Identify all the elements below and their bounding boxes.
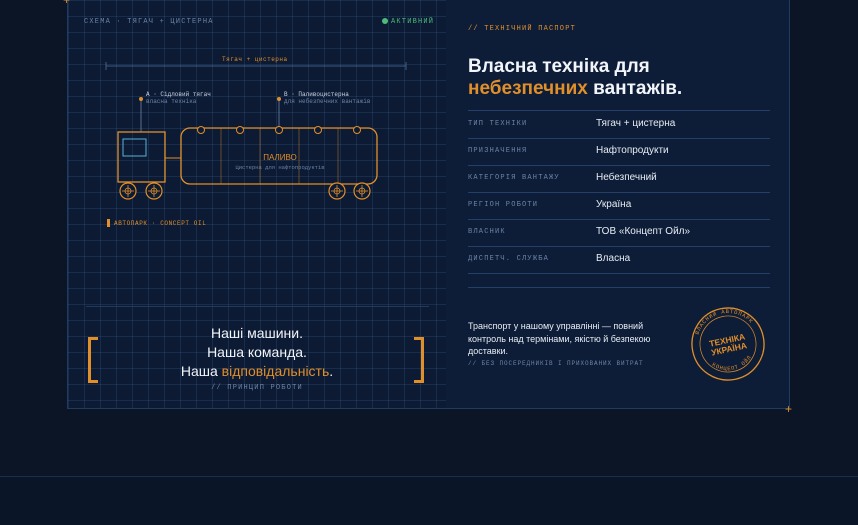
field-row-purpose: ПРИЗНАЧЕННЯ Нафтопродукти <box>468 138 770 166</box>
schema-header: СХЕМА · ТЯГАЧ + ЦИСТЕРНА <box>84 18 214 26</box>
tank-subtitle: Цистерна для нафтопродуктів <box>235 164 325 171</box>
right-bracket <box>414 337 424 383</box>
motto-caption: // ПРИНЦИП РОБОТИ <box>211 384 303 392</box>
marker-b-title: В · Паливоцистерна <box>284 91 349 98</box>
marker-a-title: А · Сідловий тягач <box>146 91 211 98</box>
crosshair-icon: + <box>785 402 793 416</box>
title-accent: небезпечних <box>468 78 588 99</box>
fields-bottom-rule <box>468 287 770 288</box>
status-dot-icon <box>382 18 388 24</box>
field-row-dispatch: ДИСПЕТЧ. СЛУЖБА Власна <box>468 246 770 274</box>
left-bracket <box>88 337 98 383</box>
fleet-tag-marker <box>107 219 110 227</box>
status-badge: АКТИВНИЙ <box>391 18 435 26</box>
passport-title: Власна техніка для небезпечних вантажів. <box>468 56 683 99</box>
stamp-top-arc: ВЛАСНИЙ АВТОПАРК <box>690 304 756 337</box>
field-row-owner: ВЛАСНИК ТОВ «Концепт Ойл» <box>468 219 770 247</box>
field-row-type: ТИП ТЕХНІКИ Тягач + цистерна <box>468 111 770 139</box>
passport-description: Транспорт у нашому управлінні — повний к… <box>468 321 651 356</box>
motto: Наші машини. Наша команда. Наша відповід… <box>100 324 414 381</box>
field-row-cargo-category: КАТЕГОРІЯ ВАНТАЖУ Небезпечний <box>468 165 770 193</box>
marker-a-sub: власна техніка <box>146 98 197 105</box>
marker-b-sub: для небезпечних вантажів <box>284 98 371 105</box>
motto-accent: відповідальність <box>221 363 330 379</box>
passport-eyebrow: // ТЕХНІЧНИЙ ПАСПОРТ <box>468 25 577 33</box>
motto-line-1: Наші машини. <box>210 325 304 341</box>
motto-line-3: Наша відповідальність. <box>180 363 334 379</box>
fleet-tag: АВТОПАРК · CONCEPT OIL <box>114 220 207 227</box>
stamp-seal-icon: ВЛАСНИЙ АВТОПАРК КОНЦЕПТ ОЙЛ ТЕХНІКА УКР… <box>690 304 765 381</box>
tank-title: ПАЛИВО <box>263 153 297 162</box>
tanker-truck-icon <box>105 62 407 200</box>
crosshair-icon: + <box>63 0 71 7</box>
motto-line-2: Наша команда. <box>207 344 307 360</box>
passport-note: // БЕЗ ПОСЕРЕДНИКІВ І ПРИХОВАНИХ ВИТРАТ <box>468 360 644 367</box>
divider <box>86 306 429 307</box>
footer-band <box>0 476 858 525</box>
field-row-region: РЕГІОН РОБОТИ Україна <box>468 192 770 220</box>
span-label: Тягач + цистерна <box>222 56 288 63</box>
